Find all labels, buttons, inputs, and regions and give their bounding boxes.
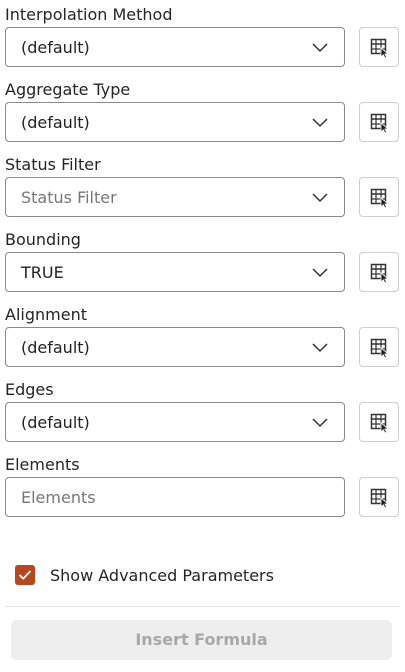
interpolation-method-select[interactable]: (default)	[5, 27, 345, 67]
cell-reference-button[interactable]	[359, 27, 399, 67]
edges-select[interactable]: (default)	[5, 402, 345, 442]
field-label: Elements	[5, 455, 80, 474]
table-select-icon	[370, 38, 389, 58]
aggregate-type-select[interactable]: (default)	[5, 102, 345, 142]
field-label: Alignment	[5, 305, 87, 324]
select-value: (default)	[21, 413, 90, 432]
show-advanced-parameters-row[interactable]: Show Advanced Parameters	[15, 565, 395, 587]
chevron-down-icon	[312, 418, 328, 428]
table-select-icon	[370, 188, 389, 208]
chevron-down-icon	[312, 268, 328, 278]
field-label: Interpolation Method	[5, 5, 173, 24]
divider	[5, 606, 399, 607]
cell-reference-button[interactable]	[359, 177, 399, 217]
input-placeholder: Elements	[21, 488, 96, 507]
insert-formula-button[interactable]: Insert Formula	[11, 620, 392, 660]
cell-reference-button[interactable]	[359, 102, 399, 142]
table-select-icon	[370, 263, 389, 283]
field-label: Bounding	[5, 230, 81, 249]
field-label: Aggregate Type	[5, 80, 131, 99]
select-placeholder: Status Filter	[21, 188, 117, 207]
checkmark-icon	[18, 570, 32, 580]
table-select-icon	[370, 338, 389, 358]
alignment-select[interactable]: (default)	[5, 327, 345, 367]
select-value: (default)	[21, 38, 90, 57]
table-select-icon	[370, 113, 389, 133]
select-value: TRUE	[21, 263, 64, 282]
status-filter-select[interactable]: Status Filter	[5, 177, 345, 217]
chevron-down-icon	[312, 343, 328, 353]
cell-reference-button[interactable]	[359, 252, 399, 292]
cell-reference-button[interactable]	[359, 327, 399, 367]
chevron-down-icon	[312, 193, 328, 203]
table-select-icon	[370, 488, 389, 508]
chevron-down-icon	[312, 118, 328, 128]
cell-reference-button[interactable]	[359, 477, 399, 517]
table-select-icon	[370, 413, 389, 433]
show-advanced-label[interactable]: Show Advanced Parameters	[50, 565, 274, 586]
show-advanced-checkbox[interactable]	[15, 565, 35, 585]
field-label: Edges	[5, 380, 54, 399]
cell-reference-button[interactable]	[359, 402, 399, 442]
elements-input[interactable]: Elements	[5, 477, 345, 517]
bounding-select[interactable]: TRUE	[5, 252, 345, 292]
select-value: (default)	[21, 113, 90, 132]
field-label: Status Filter	[5, 155, 101, 174]
select-value: (default)	[21, 338, 90, 357]
chevron-down-icon	[312, 43, 328, 53]
